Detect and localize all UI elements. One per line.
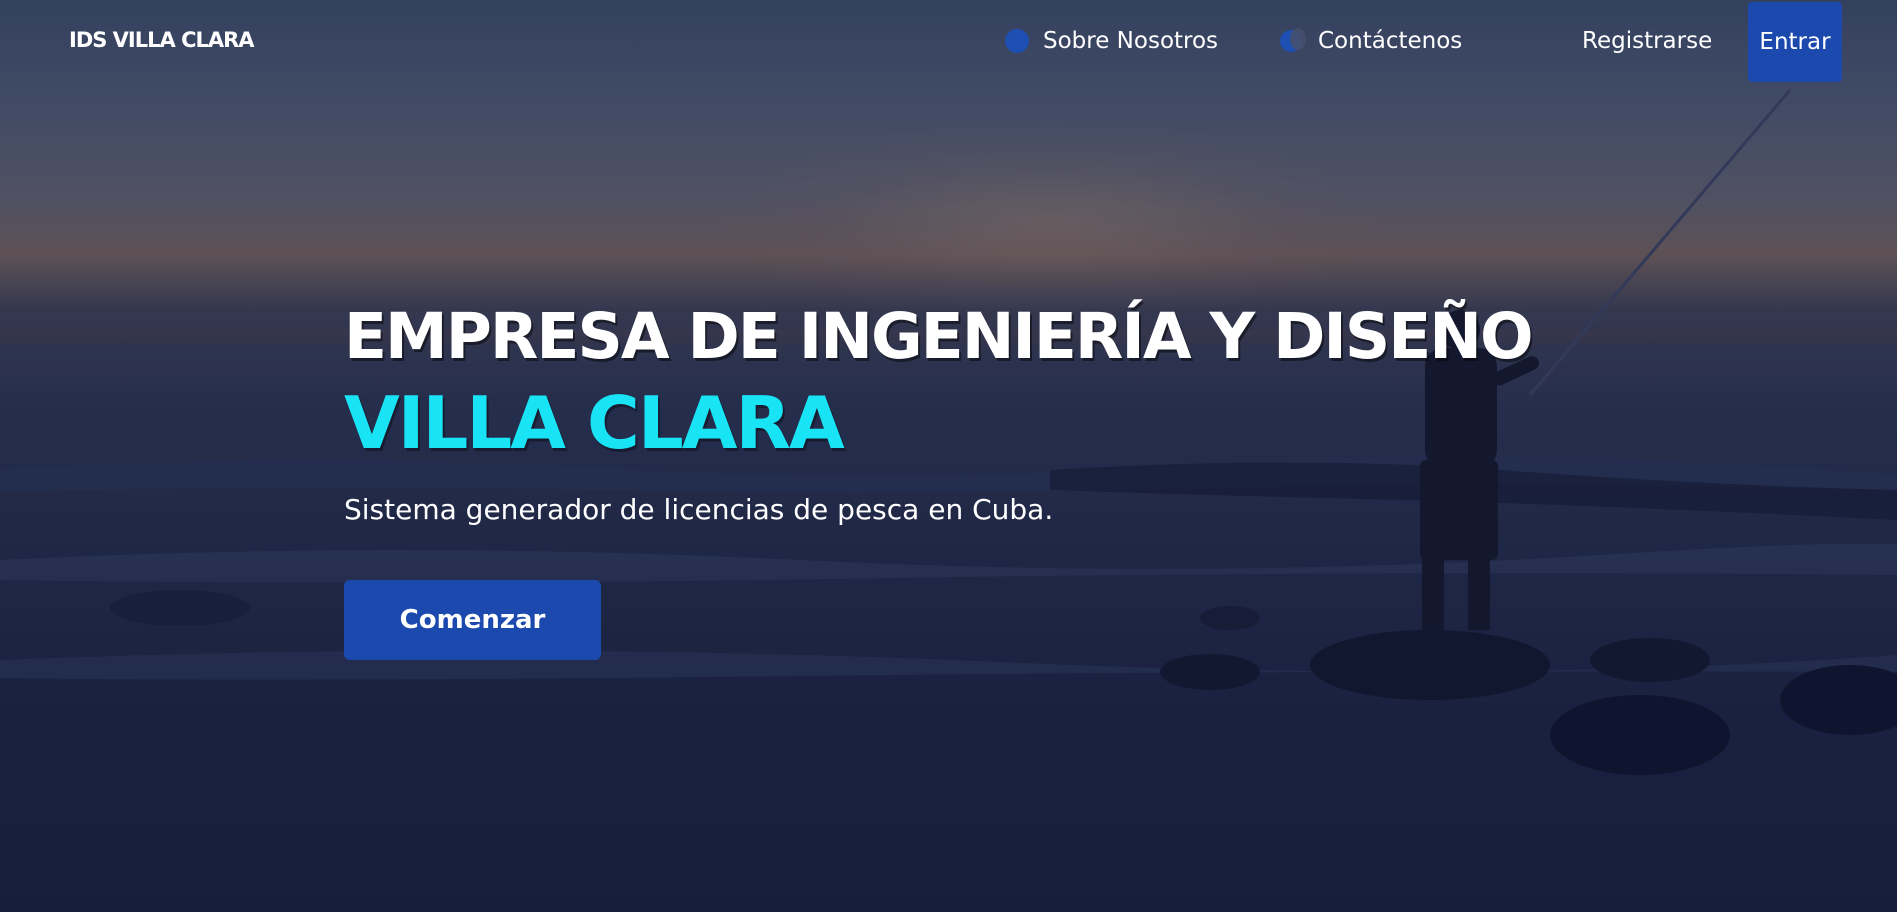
nav-link-contact-label: Contáctenos <box>1318 28 1463 54</box>
hero-subtitle: VILLA CLARA <box>344 381 845 465</box>
hero-section: IDS VILLA CLARA Sobre Nosotros Contácten… <box>0 0 1897 912</box>
hero-title: EMPRESA DE INGENIERÍA Y DISEÑO <box>344 300 1534 373</box>
register-link[interactable]: Registrarse <box>1582 24 1712 58</box>
top-navbar: IDS VILLA CLARA Sobre Nosotros Contácten… <box>0 0 1897 82</box>
brand-logo[interactable]: IDS VILLA CLARA <box>69 28 255 52</box>
moon-icon <box>1280 28 1306 52</box>
start-button[interactable]: Comenzar <box>344 580 601 660</box>
nav-link-about-label: Sobre Nosotros <box>1043 28 1219 54</box>
nav-link-contact[interactable]: Contáctenos <box>1280 24 1462 58</box>
info-icon <box>1005 29 1029 53</box>
login-button[interactable]: Entrar <box>1748 2 1842 82</box>
nav-link-about[interactable]: Sobre Nosotros <box>1005 24 1218 58</box>
hero-tagline: Sistema generador de licencias de pesca … <box>344 493 1054 526</box>
dark-overlay <box>0 0 1897 912</box>
